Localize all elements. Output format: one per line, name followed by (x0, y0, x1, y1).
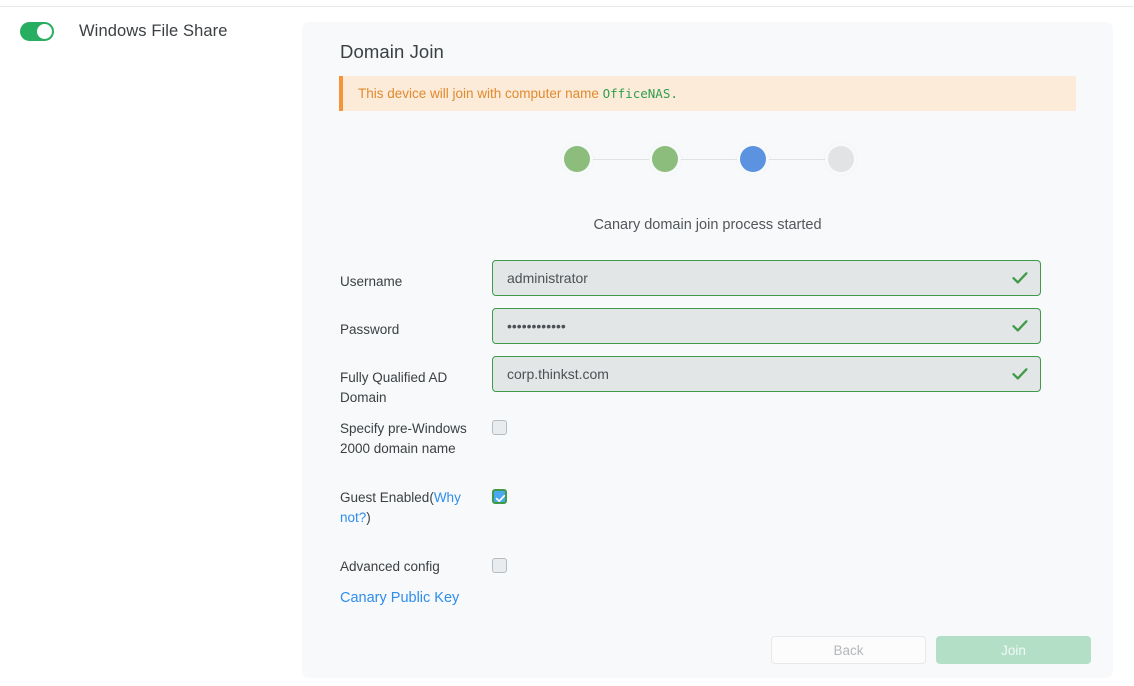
status-text: Canary domain join process started (593, 217, 822, 233)
checkbox-advanced-config[interactable] (492, 558, 507, 574)
app-root: Windows File Share Domain Join This devi… (0, 0, 1134, 686)
valid-check-icon-ad-domain (1011, 365, 1029, 383)
checkbox-prewin2000[interactable] (492, 420, 507, 436)
password-input[interactable] (492, 308, 1041, 344)
field-row-ad-domain: Fully Qualified AD Domain (302, 356, 1113, 407)
domain-join-panel: Domain Join This device will join with c… (302, 22, 1113, 678)
label-guest-enabled: Guest Enabled(Why not?) (302, 488, 492, 527)
label-prewin2000: Specify pre-Windows 2000 domain name (340, 421, 467, 456)
input-wrap-username (492, 260, 1041, 296)
field-row-password: Password (302, 308, 1113, 344)
step-connector-2 (678, 158, 740, 160)
guest-enabled-text: Guest Enabled (340, 490, 430, 506)
valid-check-icon-password (1011, 317, 1029, 335)
alert-suffix: . (670, 86, 678, 101)
join-button[interactable]: Join (936, 636, 1091, 664)
step-dot-2[interactable] (652, 146, 678, 172)
back-button[interactable]: Back (771, 636, 926, 664)
footer-actions: Back Join (302, 636, 1113, 664)
windows-file-share-toggle[interactable] (20, 22, 54, 41)
label-advanced-config: Advanced config (340, 559, 440, 575)
top-divider (0, 6, 1134, 7)
paren-close: ) (366, 509, 371, 525)
checkbox-row-prewin2000: Specify pre-Windows 2000 domain name (302, 419, 1113, 458)
step-dot-4[interactable] (828, 146, 854, 172)
label-ad-domain: Fully Qualified AD Domain (340, 370, 448, 405)
domain-join-form: Username Password (302, 260, 1113, 589)
service-toggle-row: Windows File Share (20, 22, 228, 41)
step-indicator (564, 134, 854, 184)
alert-message: This device will join with computer name… (343, 86, 678, 101)
computer-name-alert: This device will join with computer name… (339, 76, 1076, 111)
checkbox-guest-enabled[interactable] (492, 489, 507, 505)
label-username: Username (340, 274, 403, 289)
step-dot-1[interactable] (564, 146, 590, 172)
valid-check-icon-username (1011, 269, 1029, 287)
step-connector-3 (766, 158, 828, 160)
toggle-knob (37, 24, 52, 39)
label-password: Password (340, 322, 400, 337)
input-wrap-ad-domain (492, 356, 1041, 392)
page-title: Domain Join (340, 41, 444, 62)
service-title: Windows File Share (79, 22, 228, 40)
alert-computer-name: OfficeNAS (602, 86, 671, 101)
ad-domain-input[interactable] (492, 356, 1041, 392)
step-dot-3[interactable] (740, 146, 766, 172)
input-wrap-password (492, 308, 1041, 344)
checkbox-tick-icon (495, 491, 506, 503)
checkbox-row-guest-enabled: Guest Enabled(Why not?) (302, 488, 1113, 527)
checkbox-row-advanced-config: Advanced config (302, 557, 1113, 577)
username-input[interactable] (492, 260, 1041, 296)
field-row-username: Username (302, 260, 1113, 296)
step-connector-1 (590, 158, 652, 160)
alert-prefix: This device will join with computer name (358, 86, 603, 101)
canary-public-key-link[interactable]: Canary Public Key (340, 590, 459, 606)
